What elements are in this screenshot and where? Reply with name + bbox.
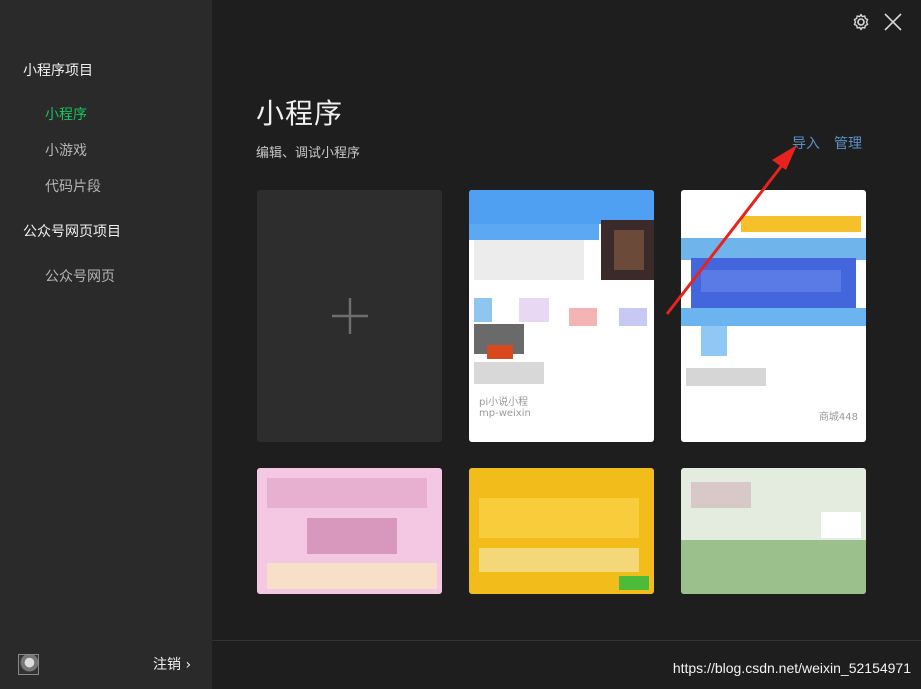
manage-button[interactable]: 管理 bbox=[834, 133, 862, 153]
project-card[interactable]: 商城448 bbox=[681, 190, 866, 442]
project-card[interactable]: pi小说小程 mp-weixin bbox=[469, 190, 654, 442]
sidebar: 小程序项目 小程序 小游戏 代码片段 公众号网页项目 公众号网页 注销 › bbox=[0, 0, 212, 689]
avatar[interactable] bbox=[18, 654, 39, 675]
logout-button[interactable]: 注销 › bbox=[153, 654, 191, 674]
thumbnail-block bbox=[686, 368, 766, 386]
project-caption: pi小说小程 bbox=[479, 397, 529, 408]
window-controls bbox=[851, 12, 903, 32]
section-title-mini-program: 小程序项目 bbox=[23, 63, 93, 79]
thumbnail-block bbox=[487, 345, 513, 359]
thumbnail-block bbox=[474, 240, 584, 280]
thumbnail-block bbox=[821, 512, 861, 538]
thumbnail-block bbox=[681, 238, 866, 260]
thumbnail-block bbox=[701, 270, 841, 292]
footer-divider bbox=[212, 640, 921, 641]
thumbnail-block bbox=[614, 230, 644, 270]
thumbnail-block bbox=[267, 563, 437, 589]
sidebar-item-mini-game[interactable]: 小游戏 bbox=[45, 140, 87, 160]
plus-icon bbox=[331, 298, 368, 334]
gear-icon[interactable] bbox=[851, 12, 871, 32]
thumbnail-block bbox=[474, 362, 544, 384]
thumbnail-block bbox=[479, 548, 639, 572]
project-caption: 商城448 bbox=[818, 412, 858, 423]
thumbnail-block bbox=[469, 224, 599, 240]
project-caption: mp-weixin bbox=[479, 408, 531, 419]
thumbnail-block bbox=[701, 326, 727, 356]
project-card[interactable] bbox=[469, 468, 654, 594]
thumbnail-block bbox=[619, 308, 647, 326]
section-title-web: 公众号网页项目 bbox=[23, 224, 121, 240]
project-card[interactable] bbox=[257, 468, 442, 594]
new-project-card[interactable] bbox=[257, 190, 442, 442]
thumbnail-block bbox=[681, 540, 866, 594]
thumbnail-block bbox=[307, 518, 397, 554]
thumbnail-block bbox=[267, 478, 427, 508]
close-icon[interactable] bbox=[883, 12, 903, 32]
import-button[interactable]: 导入 bbox=[792, 133, 820, 153]
thumbnail-block bbox=[519, 298, 549, 322]
page-title: 小程序 bbox=[256, 97, 344, 130]
thumbnail-block bbox=[479, 498, 639, 538]
thumbnail-block bbox=[741, 216, 861, 232]
sidebar-item-code-snippet[interactable]: 代码片段 bbox=[45, 176, 101, 196]
thumbnail-block bbox=[681, 308, 866, 326]
page-subtitle: 编辑、调试小程序 bbox=[256, 146, 361, 161]
thumbnail-block bbox=[569, 308, 597, 326]
sidebar-item-web-page[interactable]: 公众号网页 bbox=[45, 266, 115, 286]
thumbnail-block bbox=[474, 298, 492, 322]
project-card[interactable] bbox=[681, 468, 866, 594]
watermark: https://blog.csdn.net/weixin_52154971 bbox=[672, 660, 911, 676]
thumbnail-block bbox=[619, 576, 649, 590]
sidebar-item-mini-program[interactable]: 小程序 bbox=[45, 104, 87, 124]
thumbnail-block bbox=[691, 482, 751, 508]
thumbnail-header bbox=[469, 190, 654, 224]
